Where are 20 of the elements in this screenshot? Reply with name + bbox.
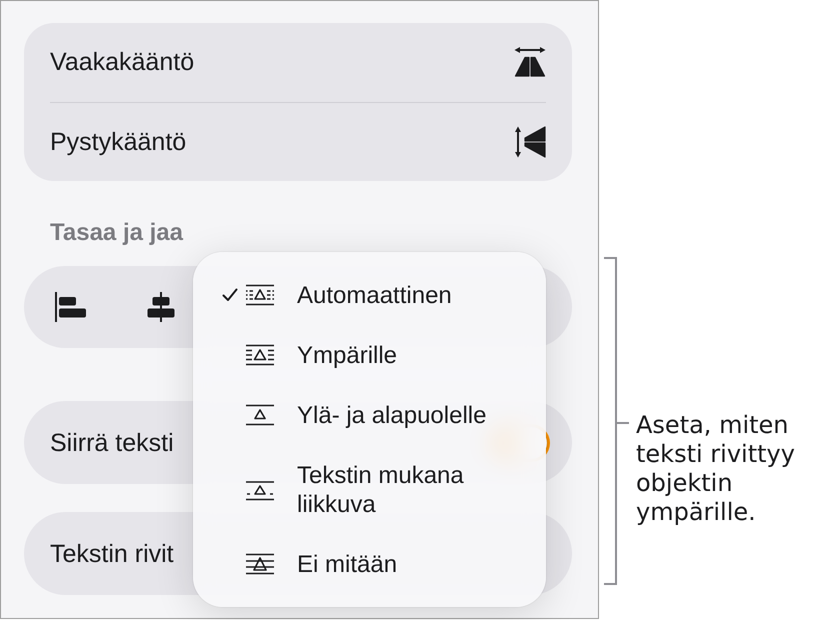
- menu-item[interactable]: Ei mitään: [193, 534, 546, 594]
- flip-horizontal-icon: [514, 47, 546, 78]
- section-heading: Tasaa ja jaa: [50, 219, 183, 247]
- menu-item[interactable]: Ylä- ja alapuolelle: [193, 385, 546, 445]
- align-left-icon[interactable]: [55, 292, 87, 322]
- flip-vertical-icon: [514, 126, 546, 158]
- wrap-automatic-icon: [246, 284, 274, 306]
- wrap-above-below-icon: [246, 404, 274, 426]
- callout-text: Aseta, miten teksti rivittyy objektin ympärille.: [636, 411, 796, 527]
- wrap-inline-icon: [246, 478, 274, 500]
- flip-option-row[interactable]: Vaakakääntö: [50, 23, 546, 102]
- menu-item[interactable]: Tekstin mukana liikkuva: [193, 445, 546, 534]
- menu-item[interactable]: Ympärille: [193, 325, 546, 385]
- wrap-around-icon: [246, 344, 274, 366]
- row-label: Tekstin rivit: [50, 538, 174, 568]
- wrap-none-icon: [246, 553, 274, 575]
- align-center-icon[interactable]: [147, 292, 175, 322]
- menu-item[interactable]: Automaattinen: [193, 265, 546, 325]
- flip-option-row[interactable]: Pystykääntö: [50, 102, 546, 181]
- row-label: Siirrä teksti: [50, 428, 174, 458]
